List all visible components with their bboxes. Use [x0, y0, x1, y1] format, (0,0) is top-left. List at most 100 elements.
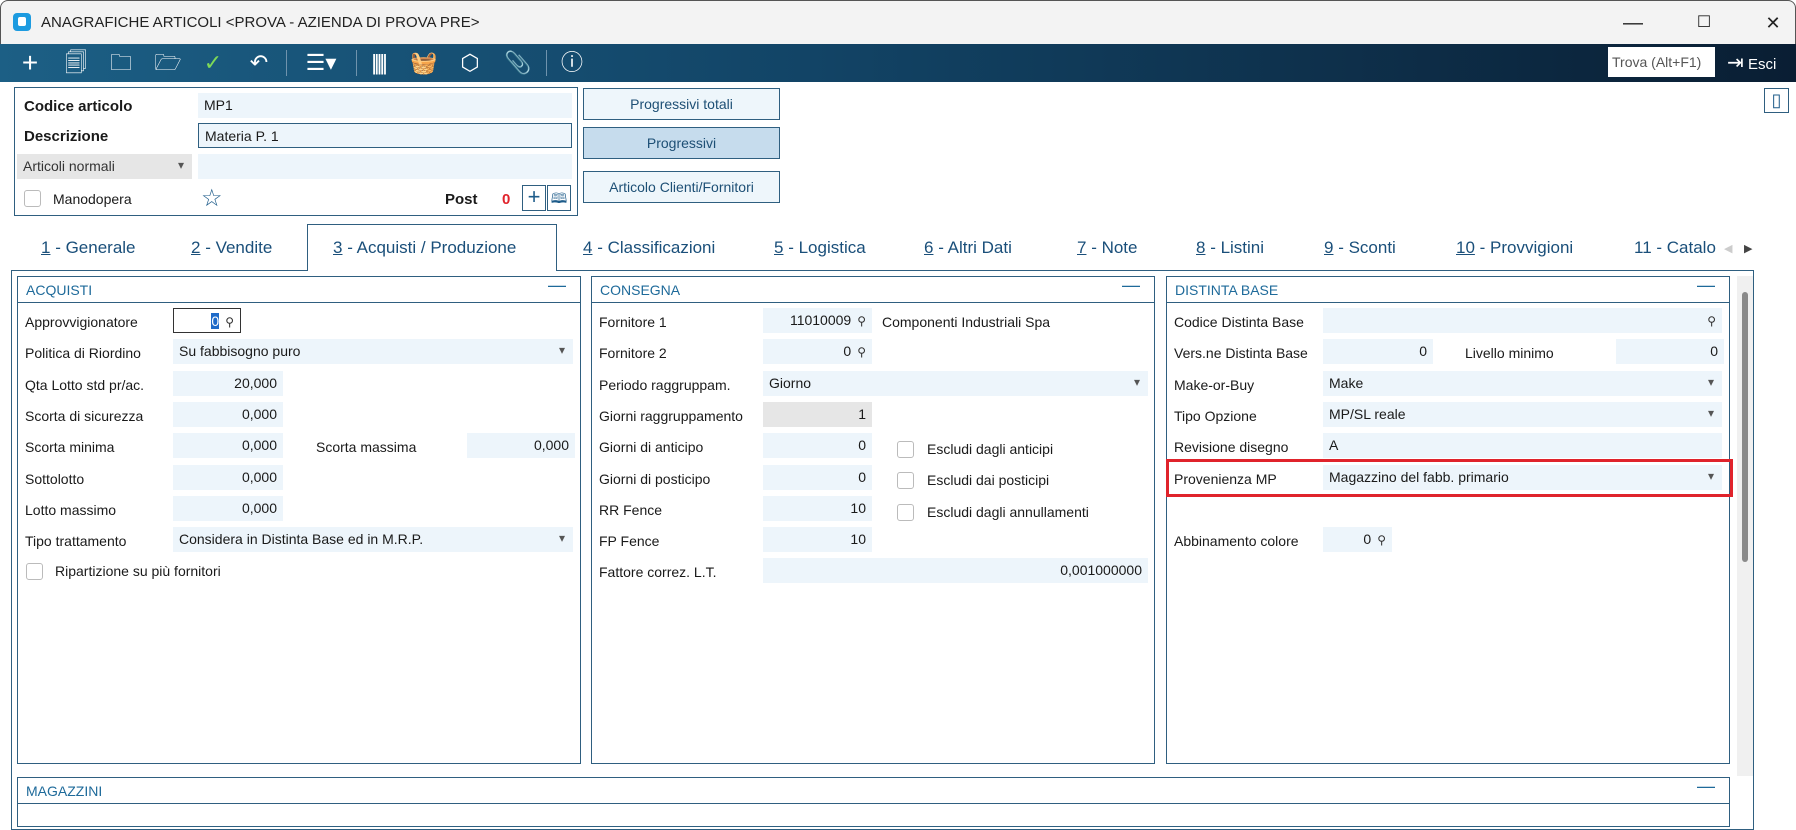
panel-title: DISTINTA BASE — [1175, 282, 1279, 298]
scorta-sicurezza-input[interactable]: 0,000 — [173, 402, 283, 427]
escludi-annullamenti-label: Escludi dagli annullamenti — [927, 504, 1089, 520]
open-folder-icon[interactable]: 🗀 — [104, 48, 138, 78]
tab-scroll-left-icon[interactable]: ◀ — [1724, 242, 1732, 255]
qta-input[interactable]: 20,000 — [173, 371, 283, 396]
book-icon[interactable]: 🕮 — [547, 185, 571, 211]
maximize-button[interactable]: ☐ — [1684, 9, 1724, 37]
exit-button[interactable]: ⇥ Esci — [1727, 48, 1776, 80]
app-icon — [13, 13, 31, 31]
description-input[interactable]: Materia P. 1 — [198, 123, 572, 148]
progressives-button[interactable]: Progressivi — [583, 127, 780, 159]
labor-label: Manodopera — [53, 191, 132, 207]
help-icon[interactable]: ⓘ — [555, 48, 589, 78]
escludi-anticipi-label: Escludi dagli anticipi — [927, 441, 1054, 457]
codice-distinta-input[interactable]: ⚲ — [1323, 308, 1722, 333]
escludi-annullamenti-checkbox[interactable] — [897, 504, 914, 521]
search-icon[interactable]: ⚲ — [857, 314, 866, 328]
search-icon[interactable]: ⚲ — [1377, 533, 1386, 547]
sottolotto-input[interactable]: 0,000 — [173, 465, 283, 490]
politica-select[interactable]: Su fabbisogno puro — [173, 339, 573, 364]
versione-distinta-input[interactable]: 0 — [1323, 339, 1433, 364]
make-or-buy-select[interactable]: Make — [1323, 371, 1722, 396]
tipo-opzione-select[interactable]: MP/SL reale — [1323, 402, 1722, 427]
versione-distinta-label: Vers.ne Distinta Base — [1174, 345, 1308, 361]
undo-icon[interactable]: ↶ — [242, 48, 276, 78]
lotto-massimo-input[interactable]: 0,000 — [173, 496, 283, 521]
livello-minimo-input[interactable]: 0 — [1616, 339, 1724, 364]
panel-title: ACQUISTI — [26, 282, 93, 298]
package-icon[interactable]: ⬡ — [453, 48, 487, 78]
giorni-posticipo-input[interactable]: 0 — [763, 465, 872, 490]
consegna-panel: CONSEGNA — Fornitore 1 11010009 ⚲ Componen… — [591, 275, 1155, 764]
tipo-trattamento-select[interactable]: Considera in Distinta Base ed in M.R.P. — [173, 527, 573, 552]
recent-folder-icon[interactable]: 🗁 — [151, 48, 185, 78]
panel-title: MAGAZZINI — [26, 783, 103, 799]
collapse-icon[interactable]: — — [1697, 776, 1715, 797]
ripartizione-checkbox[interactable] — [26, 563, 43, 580]
tab-altri-dati[interactable]: 6 - Altri Dati — [924, 238, 1012, 258]
revisione-disegno-input[interactable]: A — [1323, 433, 1722, 458]
collapse-icon[interactable]: — — [1697, 275, 1715, 296]
confirm-check-icon[interactable]: ✓ — [196, 48, 230, 78]
tab-provvigioni[interactable]: 10 - Provvigioni — [1456, 238, 1573, 258]
tab-note[interactable]: 7 - Note — [1077, 238, 1138, 258]
scrollbar-thumb[interactable] — [1742, 292, 1748, 562]
collapse-icon[interactable]: — — [548, 275, 566, 296]
provenienza-mp-select[interactable]: Magazzino del fabb. primario — [1323, 465, 1722, 490]
tab-logistica[interactable]: 5 - Logistica — [774, 238, 866, 258]
new-icon[interactable]: + — [13, 48, 47, 78]
tab-sconti[interactable]: 9 - Sconti — [1324, 238, 1396, 258]
scorta-minima-input[interactable]: 0,000 — [173, 433, 283, 458]
fornitore1-name: Componenti Industriali Spa — [882, 314, 1051, 330]
rr-fence-input[interactable]: 10 — [763, 496, 872, 521]
giorni-anticipo-input[interactable]: 0 — [763, 433, 872, 458]
fornitore2-input[interactable]: 0 ⚲ — [763, 339, 872, 364]
attachment-icon[interactable]: 📎 — [501, 48, 535, 78]
copy-document-icon[interactable]: 🗐 — [59, 48, 93, 78]
fattore-input[interactable]: 0,001000000 — [763, 558, 1148, 583]
abbinamento-colore-input[interactable]: 0 ⚲ — [1323, 527, 1392, 552]
post-label: Post — [445, 191, 478, 208]
search-icon[interactable]: ⚲ — [1707, 314, 1716, 328]
tab-cataloghi[interactable]: 11 - Catalo — [1634, 238, 1722, 258]
fp-fence-input[interactable]: 10 — [763, 527, 872, 552]
tipo-opzione-label: Tipo Opzione — [1174, 408, 1257, 424]
exit-label: Esci — [1747, 56, 1777, 73]
item-type-select[interactable]: Articoli normali — [17, 154, 192, 179]
search-icon[interactable]: ⚲ — [225, 315, 234, 329]
collapse-icon[interactable]: — — [1122, 275, 1140, 296]
add-post-button[interactable]: + — [522, 185, 546, 211]
approvvigionatore-input[interactable]: 0 ⚲ — [173, 308, 241, 333]
client-supplier-item-button[interactable]: Articolo Clienti/Fornitori — [583, 171, 780, 203]
tab-classificazioni[interactable]: 4 - Classificazioni — [583, 238, 715, 258]
search-icon[interactable]: ⚲ — [857, 345, 866, 359]
type-extra-input[interactable] — [198, 154, 572, 179]
minimize-button[interactable]: — — [1613, 9, 1653, 37]
tab-scroll-right-icon[interactable]: ▶ — [1744, 242, 1752, 255]
labor-checkbox[interactable] — [24, 190, 41, 207]
code-input[interactable]: MP1 — [198, 93, 572, 118]
panel-toggle-icon[interactable]: ▯ — [1764, 88, 1789, 113]
escludi-posticipi-checkbox[interactable] — [897, 472, 914, 489]
vertical-scrollbar[interactable] — [1737, 276, 1753, 776]
barcode-icon[interactable]: ||||| — [361, 48, 395, 78]
tab-listini[interactable]: 8 - Listini — [1196, 238, 1264, 258]
tab-acquisti-produzione[interactable]: 3 - Acquisti / Produzione — [333, 238, 516, 258]
fornitore1-input[interactable]: 11010009 ⚲ — [763, 308, 872, 333]
tab-vendite[interactable]: 2 - Vendite — [191, 238, 272, 258]
total-progressives-button[interactable]: Progressivi totali — [583, 88, 780, 120]
periodo-select[interactable]: Giorno — [763, 371, 1148, 396]
fornitore2-label: Fornitore 2 — [599, 345, 667, 361]
star-icon[interactable]: ☆ — [201, 184, 223, 213]
tab-generale[interactable]: 1 - Generale — [41, 238, 136, 258]
find-input[interactable]: Trova (Alt+F1) — [1608, 47, 1715, 77]
menu-dropdown-icon[interactable]: ☰▾ — [300, 48, 342, 78]
sottolotto-label: Sottolotto — [25, 471, 85, 487]
escludi-anticipi-checkbox[interactable] — [897, 441, 914, 458]
basket-icon[interactable]: 🧺 — [407, 48, 441, 78]
qta-label: Qta Lotto std pr/ac. — [25, 377, 145, 393]
close-button[interactable]: ✕ — [1753, 9, 1793, 37]
fattore-label: Fattore correz. L.T. — [599, 564, 717, 580]
exit-icon: ⇥ — [1727, 52, 1744, 74]
scorta-massima-input[interactable]: 0,000 — [467, 433, 575, 458]
